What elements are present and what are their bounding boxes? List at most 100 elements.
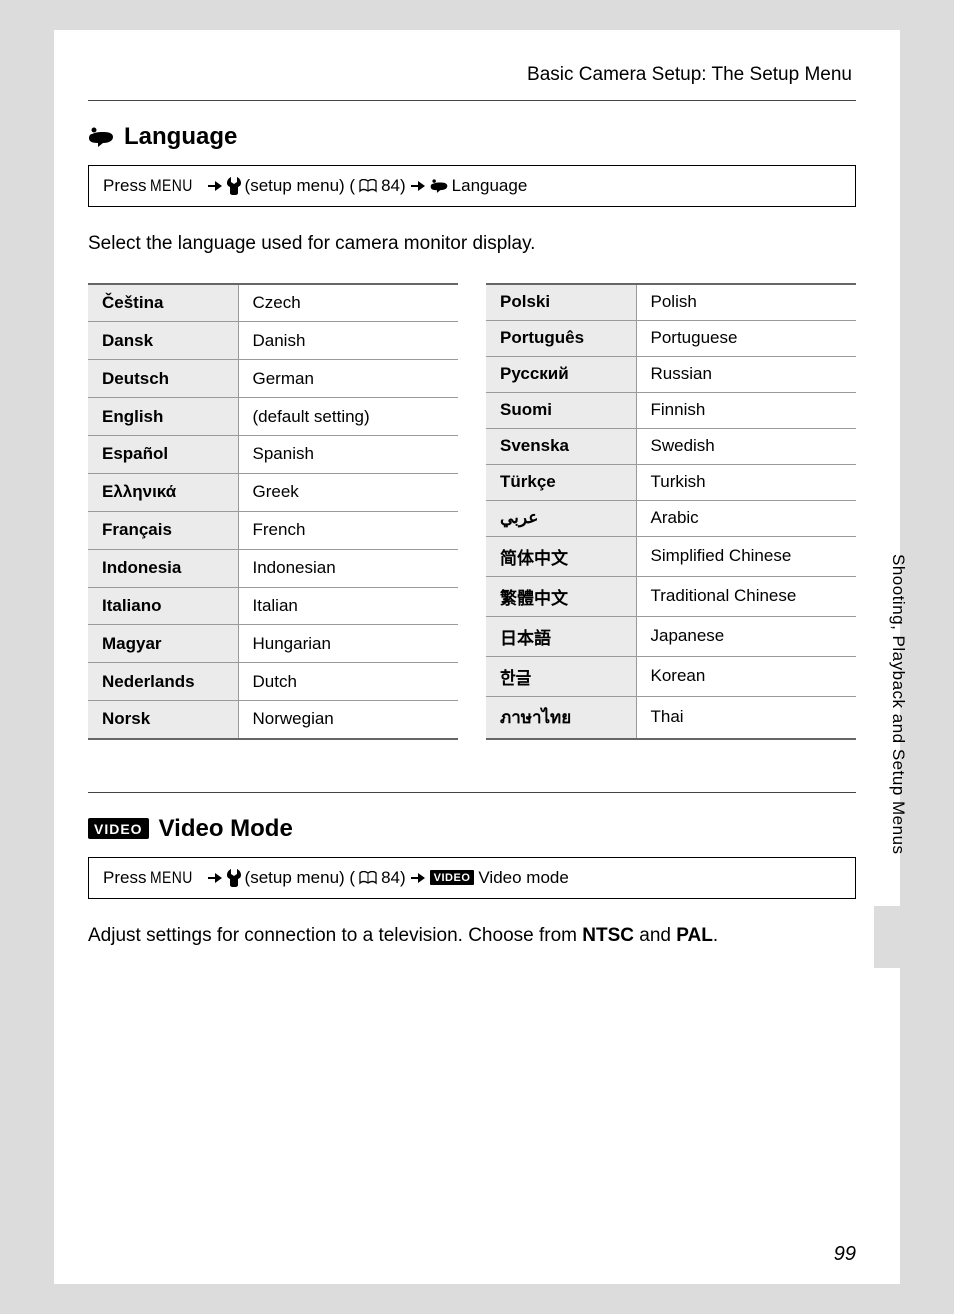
language-desc: Portuguese bbox=[636, 320, 856, 356]
table-row: SuomiFinnish bbox=[486, 392, 856, 428]
table-row: TürkçeTurkish bbox=[486, 464, 856, 500]
arrow-icon bbox=[207, 180, 223, 192]
section-title: Video Mode bbox=[159, 815, 293, 843]
wrench-icon bbox=[227, 177, 241, 195]
chapter-header: Basic Camera Setup: The Setup Menu bbox=[88, 64, 856, 101]
language-native: 简体中文 bbox=[486, 536, 636, 576]
table-row: EspañolSpanish bbox=[88, 436, 458, 474]
table-row: FrançaisFrench bbox=[88, 511, 458, 549]
table-row: SvenskaSwedish bbox=[486, 428, 856, 464]
table-row: 한글Korean bbox=[486, 656, 856, 696]
language-native: Español bbox=[88, 436, 238, 474]
language-native: عربي bbox=[486, 500, 636, 536]
speech-bubble-icon bbox=[88, 126, 114, 148]
language-desc: Traditional Chinese bbox=[636, 576, 856, 616]
language-desc: (default setting) bbox=[238, 398, 458, 436]
table-row: DeutschGerman bbox=[88, 360, 458, 398]
desc-text: Adjust settings for connection to a tele… bbox=[88, 925, 582, 946]
language-native: Svenska bbox=[486, 428, 636, 464]
table-row: PortuguêsPortuguese bbox=[486, 320, 856, 356]
language-native: Türkçe bbox=[486, 464, 636, 500]
language-native: Magyar bbox=[88, 625, 238, 663]
language-native: Português bbox=[486, 320, 636, 356]
language-native: 한글 bbox=[486, 656, 636, 696]
nav-setup-text: (setup menu) ( bbox=[245, 868, 356, 888]
table-row: IndonesiaIndonesian bbox=[88, 549, 458, 587]
language-native: Deutsch bbox=[88, 360, 238, 398]
table-row: ภาษาไทยThai bbox=[486, 696, 856, 739]
side-tab-label: Shooting, Playback and Setup Menus bbox=[888, 554, 908, 855]
language-desc: Greek bbox=[238, 473, 458, 511]
language-desc: Turkish bbox=[636, 464, 856, 500]
table-row: NorskNorwegian bbox=[88, 701, 458, 739]
language-desc: Russian bbox=[636, 356, 856, 392]
language-native: Čeština bbox=[88, 284, 238, 322]
language-native: Indonesia bbox=[88, 549, 238, 587]
speech-bubble-icon bbox=[430, 178, 448, 194]
language-intro: Select the language used for camera moni… bbox=[88, 233, 856, 255]
language-native: Русский bbox=[486, 356, 636, 392]
language-desc: Korean bbox=[636, 656, 856, 696]
language-native: English bbox=[88, 398, 238, 436]
table-row: ΕλληνικάGreek bbox=[88, 473, 458, 511]
manual-page: Basic Camera Setup: The Setup Menu Langu… bbox=[54, 30, 900, 1284]
language-desc: Finnish bbox=[636, 392, 856, 428]
section-divider bbox=[88, 792, 856, 793]
language-native: Ελληνικά bbox=[88, 473, 238, 511]
language-desc: Italian bbox=[238, 587, 458, 625]
section-heading-language: Language bbox=[88, 123, 856, 151]
video-icon: VIDEO bbox=[88, 818, 149, 839]
language-desc: Spanish bbox=[238, 436, 458, 474]
language-desc: French bbox=[238, 511, 458, 549]
language-native: Suomi bbox=[486, 392, 636, 428]
table-row: DanskDanish bbox=[88, 322, 458, 360]
language-native: Nederlands bbox=[88, 663, 238, 701]
language-native: Norsk bbox=[88, 701, 238, 739]
menu-button-label: MENU bbox=[150, 868, 193, 888]
video-icon: VIDEO bbox=[430, 870, 475, 885]
language-desc: Japanese bbox=[636, 616, 856, 656]
table-row: ItalianoItalian bbox=[88, 587, 458, 625]
section-title: Language bbox=[124, 123, 237, 151]
menu-button-label: MENU bbox=[150, 176, 193, 196]
language-desc: German bbox=[238, 360, 458, 398]
desc-and: and bbox=[634, 925, 676, 946]
option-ntsc: NTSC bbox=[582, 925, 634, 946]
table-row: MagyarHungarian bbox=[88, 625, 458, 663]
book-icon bbox=[359, 179, 377, 193]
language-desc: Danish bbox=[238, 322, 458, 360]
language-desc: Norwegian bbox=[238, 701, 458, 739]
nav-path-language: Press MENU (setup menu) ( 84) Language bbox=[88, 165, 856, 207]
nav-page-ref: 84) bbox=[381, 868, 406, 888]
book-icon bbox=[359, 871, 377, 885]
language-desc: Hungarian bbox=[238, 625, 458, 663]
nav-setup-text: (setup menu) ( bbox=[245, 176, 356, 196]
language-desc: Thai bbox=[636, 696, 856, 739]
table-row: ČeštinaCzech bbox=[88, 284, 458, 322]
language-desc: Swedish bbox=[636, 428, 856, 464]
table-row: РусскийRussian bbox=[486, 356, 856, 392]
arrow-icon bbox=[207, 872, 223, 884]
desc-period: . bbox=[713, 925, 718, 946]
nav-end-label: Language bbox=[452, 176, 528, 196]
language-desc: Dutch bbox=[238, 663, 458, 701]
language-desc: Indonesian bbox=[238, 549, 458, 587]
language-table-left: ČeštinaCzechDanskDanishDeutschGermanEngl… bbox=[88, 283, 458, 740]
table-row: عربيArabic bbox=[486, 500, 856, 536]
section-heading-video: VIDEO Video Mode bbox=[88, 815, 856, 843]
wrench-icon bbox=[227, 869, 241, 887]
nav-page-ref: 84) bbox=[381, 176, 406, 196]
table-row: PolskiPolish bbox=[486, 284, 856, 320]
nav-press: Press bbox=[103, 176, 146, 196]
table-row: 日本語Japanese bbox=[486, 616, 856, 656]
video-description: Adjust settings for connection to a tele… bbox=[88, 925, 856, 947]
option-pal: PAL bbox=[676, 925, 713, 946]
nav-end-label: Video mode bbox=[478, 868, 568, 888]
language-native: Français bbox=[88, 511, 238, 549]
table-row: 简体中文Simplified Chinese bbox=[486, 536, 856, 576]
language-desc: Simplified Chinese bbox=[636, 536, 856, 576]
language-tables: ČeštinaCzechDanskDanishDeutschGermanEngl… bbox=[88, 283, 856, 740]
page-number: 99 bbox=[834, 1243, 856, 1266]
language-native: Italiano bbox=[88, 587, 238, 625]
language-native: Polski bbox=[486, 284, 636, 320]
